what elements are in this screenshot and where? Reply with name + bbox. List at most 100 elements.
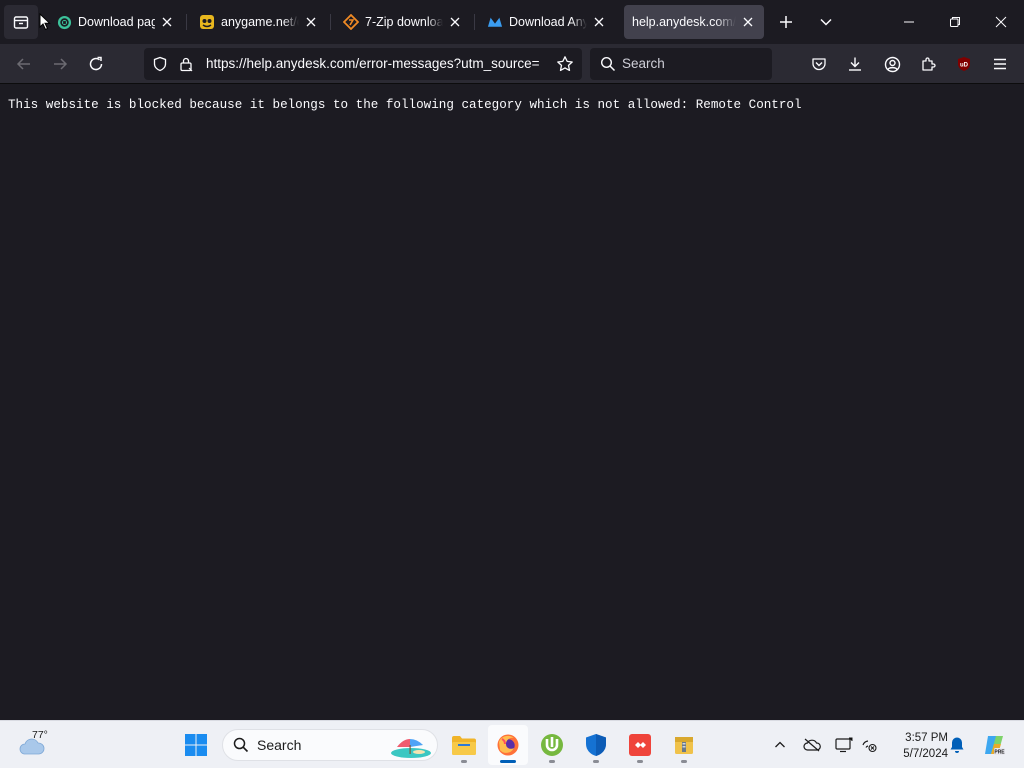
arrow-right-icon	[54, 58, 68, 70]
weather-temperature: 77°	[32, 729, 48, 741]
running-indicator	[681, 760, 687, 763]
utorrent-icon	[541, 734, 563, 756]
display-tray[interactable]	[832, 733, 856, 757]
taskbar-windows-security[interactable]	[576, 725, 616, 765]
ublock-origin-button[interactable]: uD	[948, 48, 980, 80]
search-icon	[233, 737, 249, 753]
cloud-offline-icon	[803, 738, 821, 752]
list-all-tabs-button[interactable]	[809, 5, 843, 39]
close-tab-icon[interactable]	[447, 14, 463, 30]
minimize-icon	[904, 21, 914, 23]
close-tab-icon[interactable]	[740, 14, 756, 30]
download-page-favicon-icon	[56, 14, 72, 30]
tab-download-page[interactable]: Download page	[48, 5, 183, 39]
back-button[interactable]	[8, 48, 40, 80]
network-tray[interactable]	[857, 733, 881, 757]
close-tab-icon[interactable]	[303, 14, 319, 30]
tab-help-anydesk[interactable]: help.anydesk.com/error-messages	[624, 5, 764, 39]
close-window-button[interactable]	[978, 0, 1024, 44]
lock-icon[interactable]	[178, 56, 194, 72]
copilot-icon: PRE	[985, 736, 1005, 756]
tab-title: Download AnyDesk	[509, 15, 587, 29]
7zip-favicon-icon	[343, 14, 359, 30]
pocket-icon	[812, 58, 826, 71]
page-content: This website is blocked because it belon…	[0, 85, 1024, 720]
tab-title: Download page	[78, 15, 155, 29]
taskbar-anydesk[interactable]	[620, 725, 660, 765]
minimize-button[interactable]	[886, 0, 932, 44]
restore-button[interactable]	[932, 0, 978, 44]
reload-icon	[89, 56, 103, 71]
taskbar-search-box[interactable]: Search	[222, 729, 438, 761]
downloads-button[interactable]	[839, 48, 871, 80]
tab-title: anygame.net/download	[221, 15, 299, 29]
running-indicator	[549, 760, 555, 763]
bookmark-star-icon[interactable]	[556, 55, 574, 73]
taskbar-file-explorer[interactable]	[444, 725, 484, 765]
clock-time: 3:57 PM	[905, 732, 948, 744]
puzzle-icon	[922, 57, 936, 71]
url-text[interactable]: https://help.anydesk.com/error-messages?…	[206, 48, 546, 80]
search-icon	[600, 56, 616, 72]
app-menu-button[interactable]	[984, 48, 1016, 80]
close-tab-icon[interactable]	[159, 14, 175, 30]
taskbar-utorrent[interactable]	[532, 725, 572, 765]
new-tab-button[interactable]	[769, 5, 803, 39]
windows-logo-icon	[185, 734, 207, 756]
folder-icon	[452, 736, 476, 755]
show-hidden-icons-button[interactable]	[768, 733, 792, 757]
tab-7zip[interactable]: 7-Zip download	[335, 5, 471, 39]
reload-button[interactable]	[80, 48, 112, 80]
close-icon	[995, 16, 1007, 28]
anydesk-favicon-icon	[487, 14, 503, 30]
start-button[interactable]	[176, 725, 216, 765]
running-indicator	[461, 760, 467, 763]
extensions-button[interactable]	[912, 48, 944, 80]
pocket-button[interactable]	[803, 48, 835, 80]
screen: Download page anygame.net/download 7-Zip…	[0, 0, 1024, 768]
taskbar-clock[interactable]: 3:57 PM 5/7/2024	[886, 730, 948, 762]
download-icon	[849, 57, 861, 71]
arrow-left-icon	[16, 58, 30, 70]
taskbar-archive-manager[interactable]	[664, 725, 704, 765]
search-highlight-beach-icon	[391, 739, 431, 758]
navigation-toolbar: https://help.anydesk.com/error-messages?…	[0, 44, 1024, 84]
network-disconnected-icon	[862, 740, 877, 753]
chevron-up-icon	[775, 741, 785, 748]
restore-icon	[950, 17, 960, 27]
tab-title: help.anydesk.com/error-messages	[632, 15, 736, 29]
mouse-cursor-icon	[39, 13, 51, 31]
firefox-icon	[497, 734, 519, 756]
url-bar[interactable]: https://help.anydesk.com/error-messages?…	[144, 48, 582, 80]
tab-download-anydesk[interactable]: Download AnyDesk	[479, 5, 615, 39]
anydesk-icon	[629, 734, 651, 756]
clock-date: 5/7/2024	[903, 748, 948, 760]
search-bar[interactable]: Search	[590, 48, 772, 80]
ublock-origin-icon: uD	[958, 57, 970, 71]
copilot-button[interactable]: PRE	[980, 733, 1008, 757]
taskbar-firefox[interactable]	[488, 725, 528, 765]
bell-icon	[950, 737, 964, 753]
active-indicator	[500, 760, 516, 763]
hamburger-menu-icon	[994, 58, 1006, 70]
shield-icon	[586, 734, 606, 756]
tracking-protection-shield-icon[interactable]	[152, 56, 168, 72]
firefox-view-icon	[13, 16, 29, 29]
chevron-down-icon	[820, 18, 832, 26]
weather-widget[interactable]: 77°	[12, 725, 66, 765]
tab-separator	[186, 14, 187, 30]
plus-icon	[780, 16, 792, 28]
blocked-message: This website is blocked because it belon…	[8, 98, 802, 112]
taskbar-search-placeholder: Search	[257, 737, 302, 753]
tab-strip: Download page anygame.net/download 7-Zip…	[0, 0, 1024, 44]
tab-separator	[474, 14, 475, 30]
monitor-icon	[835, 737, 853, 753]
onedrive-tray[interactable]	[800, 733, 824, 757]
notifications-button[interactable]	[945, 733, 969, 757]
account-button[interactable]	[876, 48, 908, 80]
tab-title: 7-Zip download	[365, 15, 443, 29]
firefox-view-button[interactable]	[4, 5, 38, 39]
tab-anygame[interactable]: anygame.net/download	[191, 5, 327, 39]
forward-button[interactable]	[44, 48, 76, 80]
close-tab-icon[interactable]	[591, 14, 607, 30]
